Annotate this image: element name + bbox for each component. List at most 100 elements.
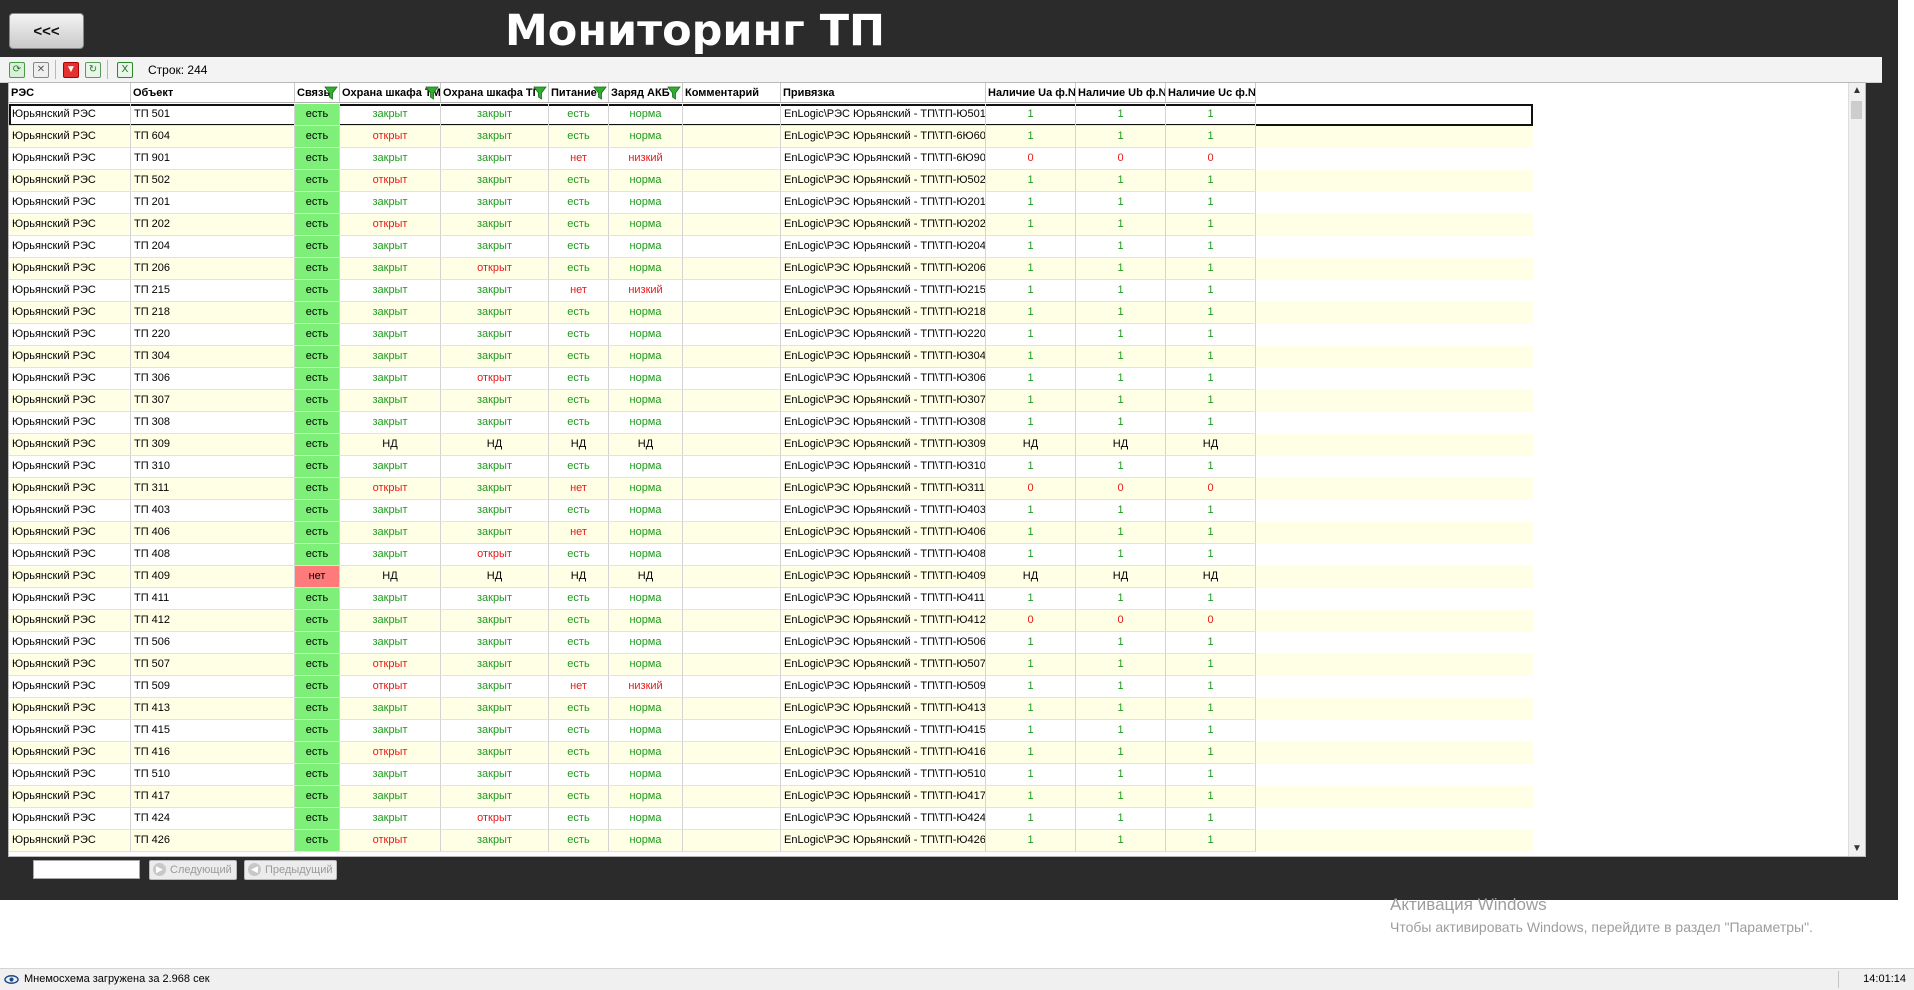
- column-header-res[interactable]: РЭС: [9, 83, 131, 103]
- column-header-akb[interactable]: Заряд АКБ: [609, 83, 683, 103]
- settings-icon[interactable]: ↻: [85, 62, 101, 78]
- table-row[interactable]: Юрьянский РЭС ТП 406 есть закрыт закрыт нет но…: [9, 522, 1533, 544]
- table-row[interactable]: Юрьянский РЭС ТП 204 есть закрыт закрыт есть н…: [9, 236, 1533, 258]
- column-header-conn[interactable]: Связь: [295, 83, 340, 103]
- vertical-scrollbar[interactable]: ▲ ▼: [1848, 83, 1865, 856]
- scrollbar-thumb[interactable]: [1851, 101, 1862, 119]
- cell-ua: 1: [986, 742, 1076, 764]
- column-header-bind[interactable]: Привязка: [781, 83, 986, 103]
- table-row[interactable]: Юрьянский РЭС ТП 510 есть закрыт закрыт есть н…: [9, 764, 1533, 786]
- table-row[interactable]: Юрьянский РЭС ТП 306 есть закрыт открыт есть н…: [9, 368, 1533, 390]
- table-row[interactable]: Юрьянский РЭС ТП 424 есть закрыт открыт есть н…: [9, 808, 1533, 830]
- table-row[interactable]: Юрьянский РЭС ТП 901 есть закрыт закрыт нет ни…: [9, 148, 1533, 170]
- column-header-pwr[interactable]: Питание: [549, 83, 609, 103]
- table-row[interactable]: Юрьянский РЭС ТП 310 есть закрыт закрыт есть н…: [9, 456, 1533, 478]
- table-row[interactable]: Юрьянский РЭС ТП 509 есть открыт закрыт нет ни…: [9, 676, 1533, 698]
- scroll-up-icon[interactable]: ▲: [1852, 85, 1862, 96]
- excel-icon[interactable]: X: [117, 62, 133, 78]
- cell-res: Юрьянский РЭС: [9, 170, 131, 192]
- table-row[interactable]: Юрьянский РЭС ТП 201 есть закрыт закрыт есть н…: [9, 192, 1533, 214]
- table-row[interactable]: Юрьянский РЭС ТП 506 есть закрыт закрыт есть н…: [9, 632, 1533, 654]
- table-row[interactable]: Юрьянский РЭС ТП 408 есть закрыт открыт есть н…: [9, 544, 1533, 566]
- cell-obj: ТП 307: [131, 390, 295, 412]
- table-row[interactable]: Юрьянский РЭС ТП 220 есть закрыт закрыт есть н…: [9, 324, 1533, 346]
- table-row[interactable]: Юрьянский РЭС ТП 309 есть НД НД НД НД EnLogic\Р…: [9, 434, 1533, 456]
- cell-obj: ТП 901: [131, 148, 295, 170]
- cell-comment: [683, 676, 781, 698]
- cell-pwr: есть: [549, 302, 609, 324]
- cell-akb: норма: [609, 126, 683, 148]
- filter-icon[interactable]: [324, 86, 338, 100]
- table-row[interactable]: Юрьянский РЭС ТП 403 есть закрыт закрыт есть н…: [9, 500, 1533, 522]
- cell-akb: норма: [609, 698, 683, 720]
- cell-tm: закрыт: [340, 412, 441, 434]
- cell-uc: 1: [1166, 368, 1256, 390]
- table-row[interactable]: Юрьянский РЭС ТП 311 есть открыт закрыт нет но…: [9, 478, 1533, 500]
- cell-comment: [683, 126, 781, 148]
- table-row[interactable]: Юрьянский РЭС ТП 413 есть закрыт закрыт есть н…: [9, 698, 1533, 720]
- search-input[interactable]: [33, 860, 140, 879]
- refresh-icon[interactable]: ⟳: [9, 62, 25, 78]
- table-row[interactable]: Юрьянский РЭС ТП 426 есть открыт закрыт есть н…: [9, 830, 1533, 852]
- cell-obj: ТП 310: [131, 456, 295, 478]
- filter-clear-icon[interactable]: ✕: [33, 62, 49, 78]
- export-icon[interactable]: ▼: [63, 62, 79, 78]
- table-row[interactable]: Юрьянский РЭС ТП 215 есть закрыт закрыт нет ни…: [9, 280, 1533, 302]
- cell-tm: закрыт: [340, 368, 441, 390]
- table-row[interactable]: Юрьянский РЭС ТП 412 есть закрыт закрыт есть н…: [9, 610, 1533, 632]
- table-row[interactable]: Юрьянский РЭС ТП 501 есть закрыт закрыт есть н…: [9, 104, 1533, 126]
- filter-icon[interactable]: [593, 86, 607, 100]
- table-row[interactable]: Юрьянский РЭС ТП 507 есть открыт закрыт есть н…: [9, 654, 1533, 676]
- table-row[interactable]: Юрьянский РЭС ТП 416 есть открыт закрыт есть н…: [9, 742, 1533, 764]
- cell-obj: ТП 204: [131, 236, 295, 258]
- cell-akb: норма: [609, 478, 683, 500]
- column-header-uc[interactable]: Наличие Uc ф.№1: [1166, 83, 1256, 103]
- back-button[interactable]: <<<: [9, 13, 84, 49]
- next-button[interactable]: ▶ Следующий: [149, 860, 237, 880]
- cell-uc: 1: [1166, 390, 1256, 412]
- table-row[interactable]: Юрьянский РЭС ТП 409 нет НД НД НД НД EnLogic\РЭ…: [9, 566, 1533, 588]
- column-header-obj[interactable]: Объект: [131, 83, 295, 103]
- cell-obj: ТП 424: [131, 808, 295, 830]
- cell-ua: 1: [986, 170, 1076, 192]
- cell-ua: 1: [986, 720, 1076, 742]
- table-row[interactable]: Юрьянский РЭС ТП 417 есть закрыт закрыт есть н…: [9, 786, 1533, 808]
- cell-pwr: есть: [549, 236, 609, 258]
- cell-res: Юрьянский РЭС: [9, 434, 131, 456]
- cell-res: Юрьянский РЭС: [9, 566, 131, 588]
- filter-icon[interactable]: [533, 86, 547, 100]
- cell-bind: EnLogic\РЭС Юрьянский - ТП\ТП-Ю304: [781, 346, 986, 368]
- cell-obj: ТП 406: [131, 522, 295, 544]
- cell-bind: EnLogic\РЭС Юрьянский - ТП\ТП-6Ю901: [781, 148, 986, 170]
- cell-tm: закрыт: [340, 610, 441, 632]
- table-row[interactable]: Юрьянский РЭС ТП 218 есть закрыт закрыт есть н…: [9, 302, 1533, 324]
- cell-conn: есть: [295, 280, 340, 302]
- table-row[interactable]: Юрьянский РЭС ТП 304 есть закрыт закрыт есть н…: [9, 346, 1533, 368]
- table-row[interactable]: Юрьянский РЭС ТП 502 есть открыт закрыт есть н…: [9, 170, 1533, 192]
- cell-tp: открыт: [441, 368, 549, 390]
- cell-comment: [683, 566, 781, 588]
- cell-pwr: есть: [549, 786, 609, 808]
- filter-icon[interactable]: [667, 86, 681, 100]
- column-header-comment[interactable]: Комментарий: [683, 83, 781, 103]
- scroll-down-icon[interactable]: ▼: [1852, 843, 1862, 854]
- column-header-tm[interactable]: Охрана шкафа ТМ: [340, 83, 441, 103]
- table-row[interactable]: Юрьянский РЭС ТП 308 есть закрыт закрыт есть н…: [9, 412, 1533, 434]
- table-row[interactable]: Юрьянский РЭС ТП 206 есть закрыт открыт есть н…: [9, 258, 1533, 280]
- cell-ua: 1: [986, 214, 1076, 236]
- filter-icon[interactable]: [425, 86, 439, 100]
- cell-tm: закрыт: [340, 544, 441, 566]
- table-row[interactable]: Юрьянский РЭС ТП 307 есть закрыт закрыт есть н…: [9, 390, 1533, 412]
- table-row[interactable]: Юрьянский РЭС ТП 202 есть открыт закрыт есть н…: [9, 214, 1533, 236]
- cell-bind: EnLogic\РЭС Юрьянский - ТП\ТП-Ю202: [781, 214, 986, 236]
- cell-comment: [683, 368, 781, 390]
- column-header-tp[interactable]: Охрана шкафа ТП: [441, 83, 549, 103]
- table-row[interactable]: Юрьянский РЭС ТП 415 есть закрыт закрыт есть н…: [9, 720, 1533, 742]
- column-header-ub[interactable]: Наличие Ub ф.№1: [1076, 83, 1166, 103]
- prev-button[interactable]: ◀ Предыдущий: [244, 860, 338, 880]
- cell-conn: есть: [295, 456, 340, 478]
- cell-uc: НД: [1166, 434, 1256, 456]
- column-header-ua[interactable]: Наличие Ua ф.№1: [986, 83, 1076, 103]
- table-row[interactable]: Юрьянский РЭС ТП 411 есть закрыт закрыт есть н…: [9, 588, 1533, 610]
- table-row[interactable]: Юрьянский РЭС ТП 604 есть открыт закрыт есть н…: [9, 126, 1533, 148]
